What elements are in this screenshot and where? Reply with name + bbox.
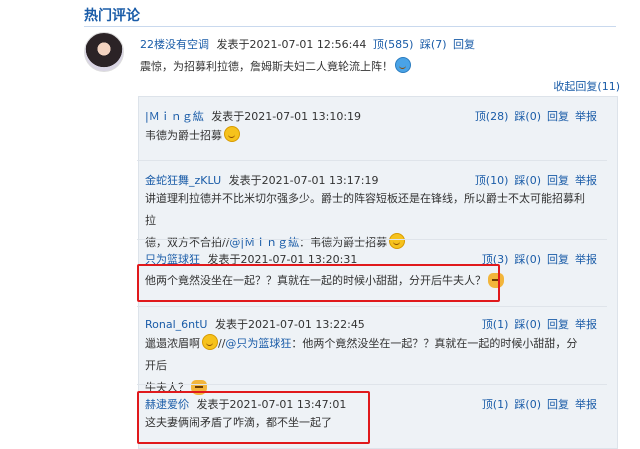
reply-up-button[interactable]: 顶(28) [475, 110, 509, 123]
reply-date: 发表于2021-07-01 13:10:19 [211, 110, 362, 123]
main-comment-body: 震惊，为招募利拉德，詹姆斯夫妇二人竟轮流上阵！ [140, 60, 393, 73]
main-comment-meta: 22楼没有空调 发表于2021-07-01 12:56:44 顶(585) 踩(… [140, 36, 475, 52]
reply-reply-button[interactable]: 回复 [547, 174, 569, 187]
divider [137, 239, 607, 240]
reply-up-button[interactable]: 顶(1) [482, 318, 509, 331]
reply-down-button[interactable]: 踩(0) [514, 110, 541, 123]
reply-reply-button[interactable]: 回复 [547, 253, 569, 266]
mention-link[interactable]: @|Ｍｉｎｇ紘 [229, 236, 299, 249]
reply-text: 讲道理利拉德并不比米切尔强多少。爵士的阵容短板还是在锋线，所以爵士不太可能招募利… [145, 188, 585, 254]
mention-link[interactable]: @只为篮球狂 [225, 337, 291, 350]
main-comment-text: 震惊，为招募利拉德，詹姆斯夫妇二人竟轮流上阵！ [140, 57, 411, 74]
title-divider [84, 26, 616, 27]
collapse-replies-link[interactable]: 收起回复(11) [553, 78, 620, 94]
reply-user[interactable]: 金蛇狂舞_zKLU [145, 174, 221, 187]
reply-body-line1: 讲道理利拉德并不比米切尔强多少。爵士的阵容短板还是在锋线，所以爵士不太可能招募利… [145, 192, 585, 227]
reply-text: 邋遢浓眉啊//@只为篮球狂：他两个竟然没坐在一起？？真就在一起的时候小甜甜，分开… [145, 333, 585, 399]
main-comment-date: 发表于2021-07-01 12:56:44 [216, 38, 367, 51]
reply-down-button[interactable]: 踩(0) [514, 398, 541, 411]
divider [137, 384, 607, 385]
reply-up-button[interactable]: 顶(1) [482, 398, 509, 411]
reply-item: 金蛇狂舞_zKLU 发表于2021-07-01 13:17:19 顶(10) 踩(… [137, 172, 597, 249]
reply-down-button[interactable]: 踩(0) [514, 174, 541, 187]
reply-item: |Ｍｉｎｇ紘 发表于2021-07-01 13:10:19 顶(28) 踩(0) 回… [137, 108, 597, 158]
reply-item: Ronal_6ntU 发表于2021-07-01 13:22:45 顶(1) 踩(… [137, 316, 597, 395]
main-reply-button[interactable]: 回复 [453, 38, 475, 51]
divider [137, 306, 607, 307]
emoji-icon [395, 57, 411, 73]
reply-body-pre: 邋遢浓眉啊 [145, 337, 200, 350]
reply-down-button[interactable]: 踩(0) [514, 253, 541, 266]
reply-body-line1: 邋遢浓眉啊//@只为篮球狂：他两个竟然没坐在一起？？真就在一起的时候小甜甜，分开… [145, 333, 585, 377]
avatar[interactable] [84, 32, 124, 72]
section-title: 热门评论 [84, 8, 140, 24]
reply-reply-button[interactable]: 回复 [547, 318, 569, 331]
reply-body-post: ：韦德为爵士招募 [299, 236, 388, 249]
reply-report-button[interactable]: 举报 [575, 318, 597, 331]
reply-down-button[interactable]: 踩(0) [514, 318, 541, 331]
reply-user[interactable]: Ronal_6ntU [145, 318, 207, 331]
reply-text: 韦德为爵士招募 [145, 125, 585, 147]
main-comment-user[interactable]: 22楼没有空调 [140, 38, 209, 51]
reply-reply-button[interactable]: 回复 [547, 110, 569, 123]
highlight-box [137, 391, 370, 444]
main-down-button[interactable]: 踩(7) [420, 38, 447, 51]
smile-emoji-icon [389, 233, 406, 249]
reply-report-button[interactable]: 举报 [575, 253, 597, 266]
divider [137, 160, 607, 161]
reply-reply-button[interactable]: 回复 [547, 398, 569, 411]
smile-emoji-icon [202, 334, 218, 350]
reply-report-button[interactable]: 举报 [575, 110, 597, 123]
reply-report-button[interactable]: 举报 [575, 398, 597, 411]
main-up-button[interactable]: 顶(585) [373, 38, 414, 51]
reply-user[interactable]: |Ｍｉｎｇ紘 [145, 110, 204, 123]
reply-report-button[interactable]: 举报 [575, 174, 597, 187]
reply-date: 发表于2021-07-01 13:22:45 [214, 318, 365, 331]
reply-up-button[interactable]: 顶(10) [475, 174, 509, 187]
smile-emoji-icon [224, 126, 240, 142]
reply-date: 发表于2021-07-01 13:17:19 [228, 174, 379, 187]
reply-body: 韦德为爵士招募 [145, 129, 222, 142]
reply-body-pre: 德，双方不合拍// [145, 236, 230, 249]
highlight-box [137, 264, 500, 302]
